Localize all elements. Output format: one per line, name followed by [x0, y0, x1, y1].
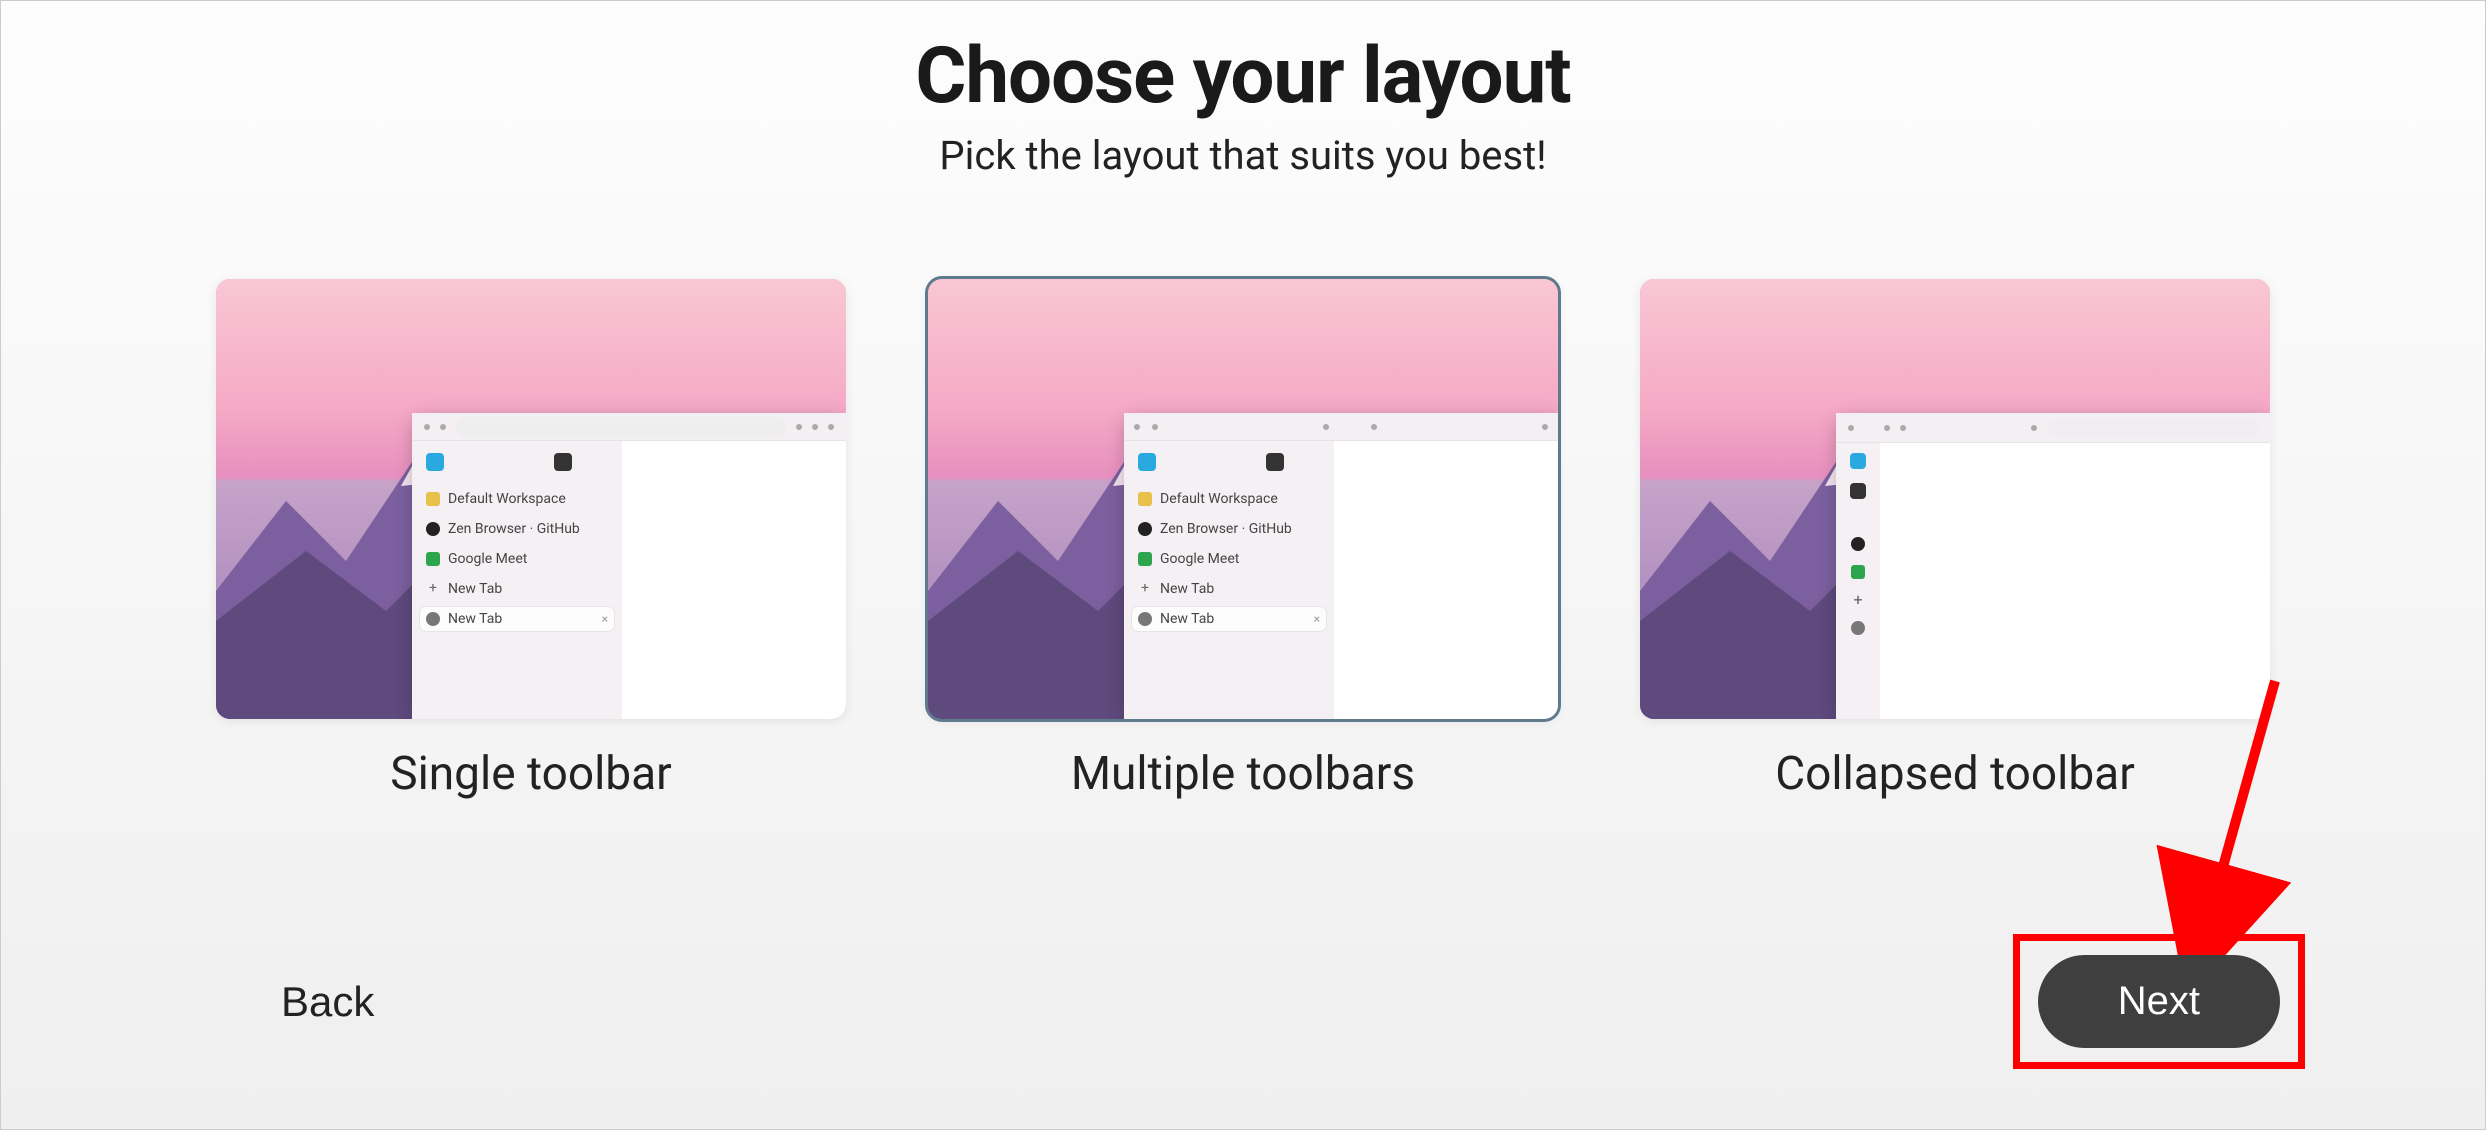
sidebar-item-meet: Google Meet [420, 547, 614, 571]
sidebar-new-tab: +New Tab [420, 577, 614, 601]
pinned-app-icon [1138, 453, 1156, 471]
pinned-app-icon [554, 453, 572, 471]
sidebar-new-tab: +New Tab [1132, 577, 1326, 601]
sidebar-active-tab: New Tab× [1132, 607, 1326, 631]
header: Choose your layout Pick the layout that … [1, 31, 2485, 179]
search-icon [2031, 425, 2037, 431]
pinned-app-icon [1850, 483, 1866, 499]
layout-option-label: Multiple toolbars [928, 747, 1558, 801]
back-button[interactable]: Back [271, 958, 384, 1046]
sidebar-workspace: Default Workspace [420, 487, 614, 511]
github-icon [1851, 537, 1865, 551]
annotation-highlight-box: Next [2013, 934, 2305, 1069]
meet-icon [1851, 565, 1865, 579]
pinned-app-icon [1850, 453, 1866, 469]
layout-options: Default Workspace Zen Browser · GitHub G… [1, 279, 2485, 801]
next-button[interactable]: Next [2038, 955, 2280, 1048]
layout-option-multiple[interactable]: Default Workspace Zen Browser · GitHub G… [928, 279, 1558, 801]
search-icon [1542, 424, 1548, 430]
layout-thumb-collapsed: + [1640, 279, 2270, 719]
layout-chooser-page: Choose your layout Pick the layout that … [0, 0, 2486, 1130]
preview-window-collapsed: + [1836, 413, 2270, 719]
layout-option-label: Single toolbar [216, 747, 846, 801]
plus-icon: + [1853, 593, 1862, 607]
preview-window-multiple: Default Workspace Zen Browser · GitHub G… [1124, 413, 1558, 719]
preview-window-single: Default Workspace Zen Browser · GitHub G… [412, 413, 846, 719]
pinned-app-icon [426, 453, 444, 471]
page-subtitle: Pick the layout that suits you best! [1, 132, 2485, 179]
sidebar-workspace: Default Workspace [1132, 487, 1326, 511]
sidebar-item-meet: Google Meet [1132, 547, 1326, 571]
pinned-app-icon [1266, 453, 1284, 471]
sidebar-item-github: Zen Browser · GitHub [1132, 517, 1326, 541]
layout-option-collapsed[interactable]: + Collapsed toolbar [1640, 279, 2270, 801]
tab-icon [1851, 621, 1865, 635]
layout-thumb-single: Default Workspace Zen Browser · GitHub G… [216, 279, 846, 719]
layout-option-single[interactable]: Default Workspace Zen Browser · GitHub G… [216, 279, 846, 801]
sidebar-item-github: Zen Browser · GitHub [420, 517, 614, 541]
sidebar-active-tab: New Tab× [420, 607, 614, 631]
page-title: Choose your layout [1, 31, 2485, 122]
footer: Back Next [271, 934, 2305, 1069]
layout-option-label: Collapsed toolbar [1640, 747, 2270, 801]
layout-thumb-multiple: Default Workspace Zen Browser · GitHub G… [928, 279, 1558, 719]
